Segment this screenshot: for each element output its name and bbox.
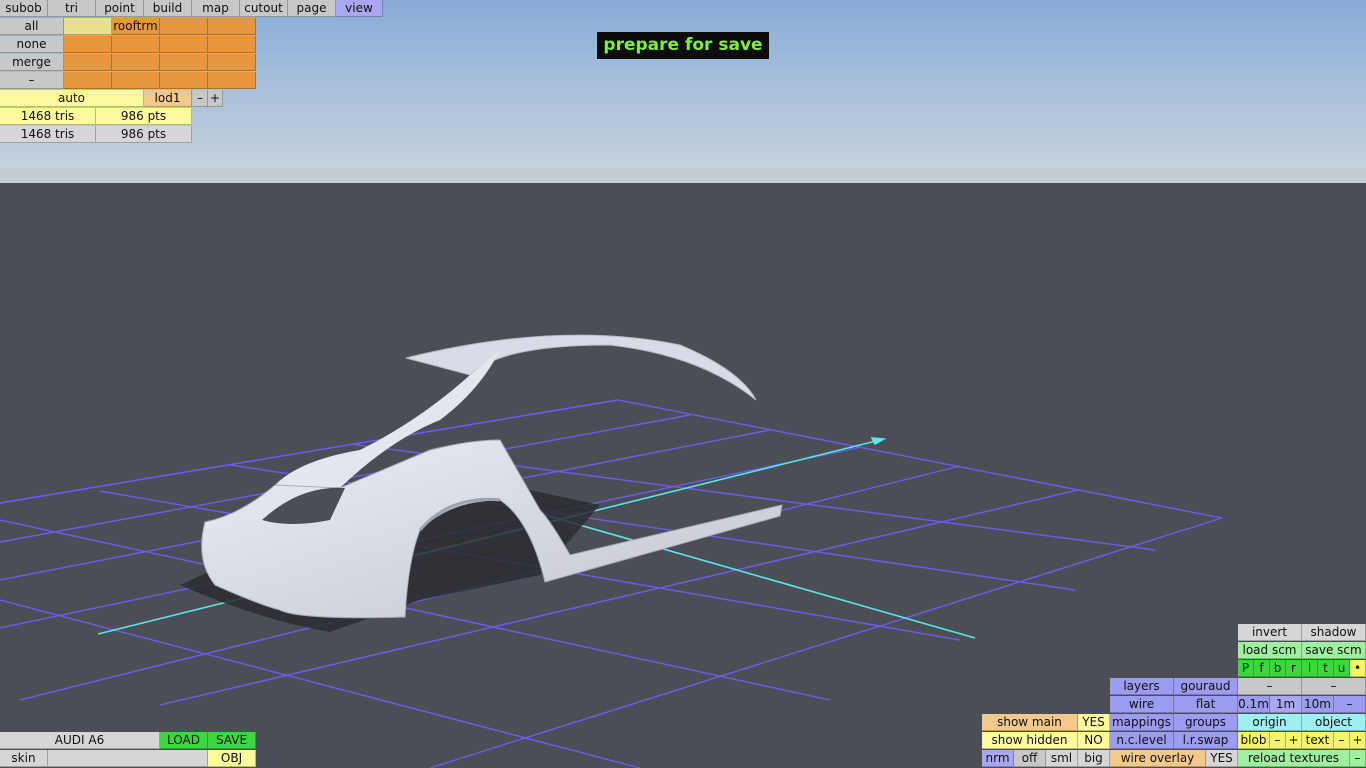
subob-cell[interactable] <box>112 36 160 53</box>
subob-all[interactable]: all <box>0 18 64 35</box>
dash-button-1[interactable]: – <box>1238 678 1302 695</box>
lod-level-button[interactable]: lod1 <box>144 90 192 107</box>
lr-swap-button[interactable]: l.r.swap <box>1174 732 1238 749</box>
object-button[interactable]: object <box>1302 714 1366 731</box>
blob-button[interactable]: blob <box>1238 732 1270 749</box>
stat-pts: 986 pts <box>96 108 192 125</box>
show-hidden-button[interactable]: show hidden <box>982 732 1078 749</box>
stat-pts-total: 986 pts <box>96 126 192 143</box>
stat-tris-total: 1468 tris <box>0 126 96 143</box>
blob-plus-button[interactable]: + <box>1286 732 1302 749</box>
subob-none[interactable]: none <box>0 36 64 53</box>
show-main-button[interactable]: show main <box>982 714 1078 731</box>
flat-button[interactable]: flat <box>1174 696 1238 713</box>
blob-minus-button[interactable]: – <box>1270 732 1286 749</box>
view-dot-button[interactable]: • <box>1350 660 1366 677</box>
subob-cell[interactable] <box>112 72 160 89</box>
big-button[interactable]: big <box>1078 750 1110 767</box>
subob-cell[interactable] <box>160 72 208 89</box>
subob-cell[interactable] <box>112 54 160 71</box>
gouraud-button[interactable]: gouraud <box>1174 678 1238 695</box>
text-minus-button[interactable]: – <box>1334 732 1350 749</box>
view-back-button[interactable]: b <box>1270 660 1286 677</box>
subob-cell[interactable] <box>208 72 256 89</box>
view-right-button[interactable]: r <box>1286 660 1302 677</box>
wire-button[interactable]: wire <box>1110 696 1174 713</box>
horizon-haze <box>0 168 1366 183</box>
stat-tris: 1468 tris <box>0 108 96 125</box>
subob-cell[interactable] <box>64 36 112 53</box>
skin-field[interactable] <box>48 750 208 767</box>
menu-page[interactable]: page <box>288 0 336 17</box>
off-button[interactable]: off <box>1014 750 1046 767</box>
invert-button[interactable]: invert <box>1238 624 1302 641</box>
lod-minus-button[interactable]: – <box>193 90 208 107</box>
subob-cell[interactable] <box>160 54 208 71</box>
view-under-button[interactable]: u <box>1334 660 1350 677</box>
subob-cell[interactable] <box>208 36 256 53</box>
load-scm-button[interactable]: load scm <box>1238 642 1302 659</box>
origin-button[interactable]: origin <box>1238 714 1302 731</box>
reload-textures-button[interactable]: reload textures <box>1238 750 1350 767</box>
view-p-button[interactable]: P <box>1238 660 1254 677</box>
file-name-field[interactable]: AUDI A6 <box>0 732 160 749</box>
subob-cell[interactable] <box>64 54 112 71</box>
grid-dash-button[interactable]: – <box>1334 696 1366 713</box>
subob-merge[interactable]: merge <box>0 54 64 71</box>
layers-button[interactable]: layers <box>1110 678 1174 695</box>
wire-overlay-toggle[interactable]: YES <box>1206 750 1238 767</box>
text-button[interactable]: text <box>1302 732 1334 749</box>
skin-button[interactable]: skin <box>0 750 48 767</box>
save-button[interactable]: SAVE <box>208 732 256 749</box>
subob-cell[interactable] <box>208 54 256 71</box>
lod-auto-button[interactable]: auto <box>0 90 144 107</box>
subob-dash[interactable]: – <box>0 72 64 89</box>
subob-cell[interactable] <box>64 18 112 35</box>
lod-plus-button[interactable]: + <box>208 90 223 107</box>
menu-cutout[interactable]: cutout <box>240 0 288 17</box>
subob-cell[interactable] <box>160 36 208 53</box>
viewport-3d[interactable] <box>0 0 1366 768</box>
grid-01m-button[interactable]: 0.1m <box>1238 696 1270 713</box>
sml-button[interactable]: sml <box>1046 750 1078 767</box>
shadow-button[interactable]: shadow <box>1302 624 1366 641</box>
menu-map[interactable]: map <box>192 0 240 17</box>
menu-view[interactable]: view <box>336 0 383 17</box>
nrm-button[interactable]: nrm <box>982 750 1014 767</box>
nc-level-button[interactable]: n.c.level <box>1110 732 1174 749</box>
save-scm-button[interactable]: save scm <box>1302 642 1366 659</box>
subob-cell[interactable] <box>160 18 208 35</box>
grid-10m-button[interactable]: 10m <box>1302 696 1334 713</box>
subob-cell[interactable] <box>208 18 256 35</box>
mappings-button[interactable]: mappings <box>1110 714 1174 731</box>
load-button[interactable]: LOAD <box>160 732 208 749</box>
dash-button-2[interactable]: – <box>1302 678 1366 695</box>
menu-tri[interactable]: tri <box>48 0 96 17</box>
status-banner: prepare for save <box>597 32 769 59</box>
grid-1m-button[interactable]: 1m <box>1270 696 1302 713</box>
text-plus-button[interactable]: + <box>1350 732 1366 749</box>
obj-button[interactable]: OBJ <box>208 750 256 767</box>
view-front-button[interactable]: f <box>1254 660 1270 677</box>
show-main-toggle[interactable]: YES <box>1078 714 1110 731</box>
groups-button[interactable]: groups <box>1174 714 1238 731</box>
wire-overlay-button[interactable]: wire overlay <box>1110 750 1206 767</box>
subob-cell-rooftrm[interactable]: rooftrm <box>112 18 160 35</box>
menu-point[interactable]: point <box>96 0 144 17</box>
reload-minus-button[interactable]: – <box>1350 750 1366 767</box>
show-hidden-toggle[interactable]: NO <box>1078 732 1110 749</box>
view-top-button[interactable]: t <box>1318 660 1334 677</box>
subob-cell[interactable] <box>64 72 112 89</box>
menu-subob[interactable]: subob <box>0 0 48 17</box>
view-left-button[interactable]: l <box>1302 660 1318 677</box>
menu-build[interactable]: build <box>144 0 192 17</box>
